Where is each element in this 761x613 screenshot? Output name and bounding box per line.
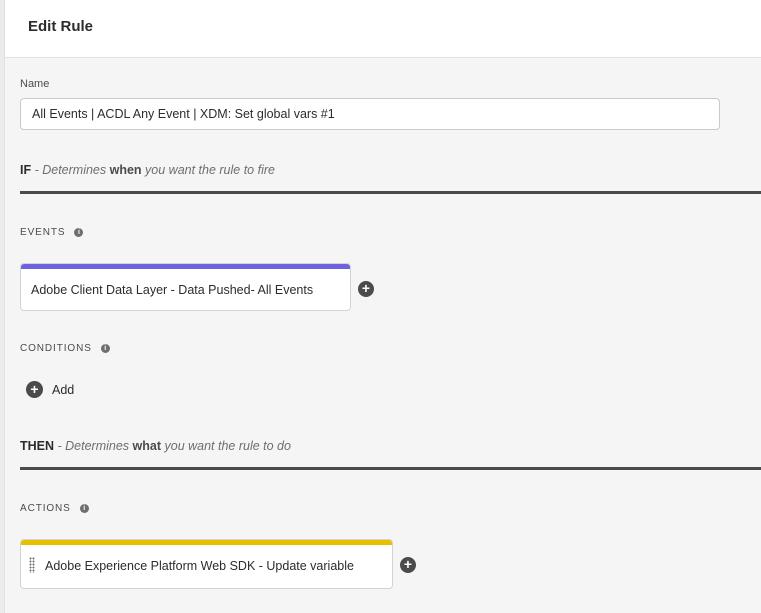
if-suffix: you want the rule to fire <box>141 163 275 177</box>
header: Edit Rule <box>5 0 761 58</box>
if-keyword: IF <box>20 163 32 177</box>
action-card-label: Adobe Experience Platform Web SDK - Upda… <box>45 559 354 573</box>
info-icon[interactable]: i <box>79 504 89 513</box>
if-prefix: - Determines <box>31 163 110 177</box>
plus-circle-icon: + <box>26 381 43 398</box>
info-icon[interactable]: i <box>100 344 110 353</box>
action-card[interactable]: Adobe Experience Platform Web SDK - Upda… <box>20 539 393 589</box>
add-condition-button[interactable]: + Add <box>26 381 74 398</box>
event-card[interactable]: Adobe Client Data Layer - Data Pushed- A… <box>20 263 351 311</box>
then-keyword: THEN <box>20 439 55 453</box>
actions-label: ACTIONS i <box>20 503 89 514</box>
page-title: Edit Rule <box>28 18 94 35</box>
drag-handle-icon[interactable] <box>29 557 35 573</box>
if-divider <box>20 191 761 194</box>
conditions-label: CONDITIONS i <box>20 343 110 354</box>
events-label: EVENTS i <box>20 227 84 238</box>
info-icon[interactable]: i <box>74 228 84 237</box>
rule-editor: Name IF - Determines when you want the r… <box>5 58 761 613</box>
then-heading: THEN - Determines what you want the rule… <box>20 439 291 453</box>
if-emphasis: when <box>109 163 142 177</box>
events-label-text: EVENTS <box>20 227 66 238</box>
action-card-accent <box>21 540 392 545</box>
add-action-icon[interactable]: + <box>400 557 416 573</box>
name-label: Name <box>20 78 50 90</box>
then-divider <box>20 467 761 470</box>
add-condition-label: Add <box>52 382 75 397</box>
actions-label-text: ACTIONS <box>20 503 71 514</box>
event-card-accent <box>21 264 350 269</box>
event-card-label: Adobe Client Data Layer - Data Pushed- A… <box>31 283 314 297</box>
conditions-label-text: CONDITIONS <box>20 343 92 354</box>
then-suffix: you want the rule to do <box>161 439 291 453</box>
if-heading: IF - Determines when you want the rule t… <box>20 163 275 177</box>
add-event-icon[interactable]: + <box>358 281 374 297</box>
then-prefix: - Determines <box>54 439 133 453</box>
then-emphasis: what <box>132 439 162 453</box>
rule-name-input[interactable] <box>20 98 720 130</box>
